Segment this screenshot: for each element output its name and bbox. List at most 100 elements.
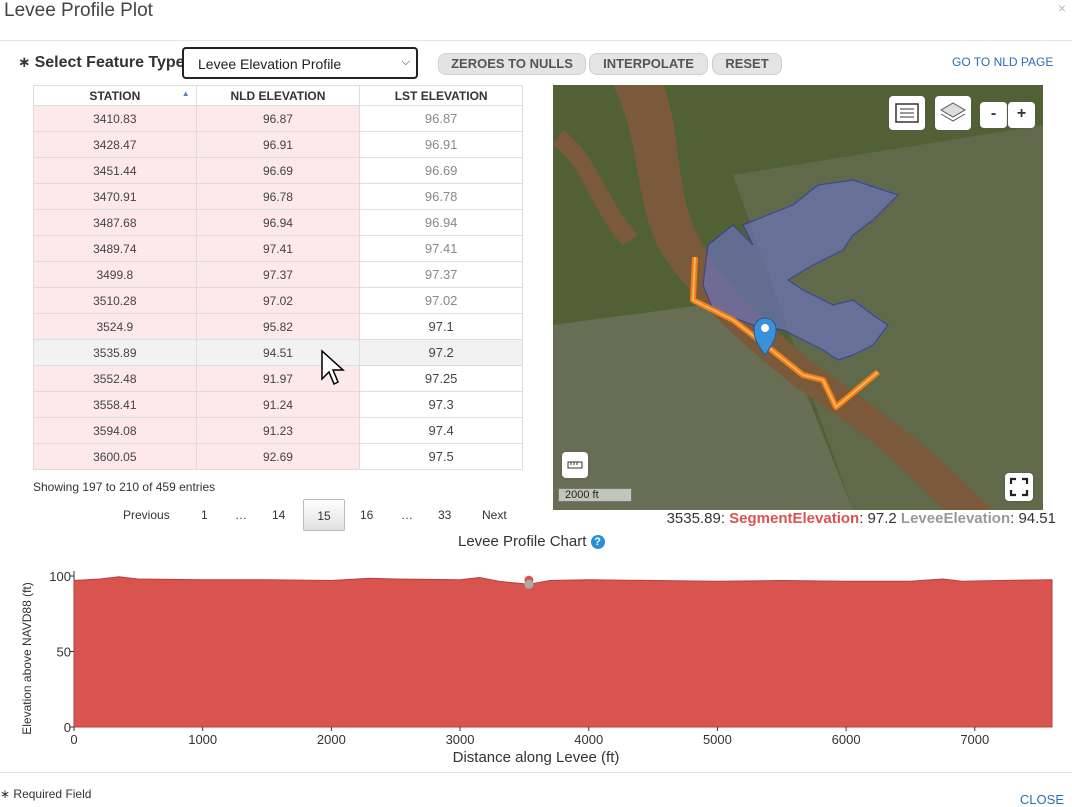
help-icon[interactable]: ? (590, 535, 605, 549)
elevation-table: STATION ▲ NLD ELEVATION LST ELEVATION 341… (33, 85, 523, 470)
station-cell: 3487.68 (33, 209, 197, 236)
y-tick-label: 100 (49, 569, 71, 584)
footer-divider (0, 772, 1072, 773)
station-cell: 3552.48 (33, 365, 197, 392)
feature-type-value: Levee Elevation Profile (198, 56, 342, 72)
lst-elevation-cell: 96.91 (359, 131, 523, 158)
column-header-lst-elevation[interactable]: LST ELEVATION (359, 85, 523, 106)
lst-elevation-cell: 97.4 (359, 417, 523, 444)
column-header-station[interactable]: STATION ▲ (33, 85, 197, 106)
table-row[interactable]: 3428.47 96.91 96.91 (33, 131, 523, 158)
table-row[interactable]: 3510.28 97.02 97.02 (33, 287, 523, 314)
station-cell: 3510.28 (33, 287, 197, 314)
table-row[interactable]: 3451.44 96.69 96.69 (33, 157, 523, 184)
map-scale-bar: 2000 ft (558, 488, 632, 502)
lst-elevation-cell: 97.41 (359, 235, 523, 262)
lst-elevation-cell: 97.02 (359, 287, 523, 314)
table-row[interactable]: 3470.91 96.78 96.78 (33, 183, 523, 210)
chevron-down-icon: ⌵ (401, 56, 410, 68)
x-axis-label: Distance along Levee (ft) (453, 749, 620, 766)
nld-elevation-cell: 97.02 (195, 287, 361, 314)
lst-elevation-cell: 96.78 (359, 183, 523, 210)
readout-station: 3535.89: (666, 510, 725, 527)
x-tick-label: 2000 (317, 732, 346, 747)
lst-elevation-cell: 97.1 (359, 313, 523, 340)
table-row[interactable]: 3535.89 94.51 97.2 (33, 339, 523, 366)
x-tick-label: 4000 (574, 732, 603, 747)
x-tick-label: 7000 (960, 732, 989, 747)
mouse-cursor-icon (321, 349, 345, 386)
feature-type-select[interactable]: Levee Elevation Profile ⌵ (182, 47, 418, 79)
pagination-page[interactable]: 1 (201, 499, 208, 531)
table-row[interactable]: 3499.8 97.37 97.37 (33, 261, 523, 288)
nld-elevation-cell: 97.37 (195, 261, 361, 288)
pagination-ellipsis: … (401, 508, 413, 522)
table-row[interactable]: 3558.41 91.24 97.3 (33, 391, 523, 418)
map-view[interactable]: - + (553, 85, 1043, 510)
chart-marker (524, 579, 534, 589)
table-info: Showing 197 to 210 of 459 entries (33, 480, 216, 494)
table-row[interactable]: 3594.08 91.23 97.4 (33, 417, 523, 444)
zeroes-to-nulls-button[interactable]: ZEROES TO NULLS (438, 53, 586, 75)
table-row[interactable]: 3487.68 96.94 96.94 (33, 209, 523, 236)
lst-elevation-cell: 97.5 (359, 443, 523, 470)
station-cell: 3470.91 (33, 183, 197, 210)
table-row[interactable]: 3600.05 92.69 97.5 (33, 443, 523, 470)
lst-elevation-cell: 96.87 (359, 105, 523, 132)
x-tick-label: 1000 (188, 732, 217, 747)
nld-elevation-cell: 92.69 (195, 443, 361, 470)
column-header-nld-elevation[interactable]: NLD ELEVATION (195, 85, 361, 106)
nld-elevation-cell: 97.41 (195, 235, 361, 262)
nld-elevation-cell: 96.87 (195, 105, 361, 132)
required-field-note: ∗ Required Field (0, 787, 91, 801)
layers-icon[interactable] (935, 96, 971, 130)
nld-elevation-cell: 96.78 (195, 183, 361, 210)
pagination-current-page[interactable]: 15 (303, 499, 345, 531)
zoom-in-button[interactable]: + (1008, 102, 1035, 128)
nld-elevation-cell: 96.69 (195, 157, 361, 184)
fullscreen-icon[interactable] (1005, 473, 1033, 501)
nld-elevation-cell: 91.23 (195, 417, 361, 444)
table-row[interactable]: 3552.48 91.97 97.25 (33, 365, 523, 392)
pagination-page[interactable]: 16 (360, 499, 373, 531)
pagination-next[interactable]: Next (482, 499, 507, 531)
nld-elevation-cell: 95.82 (195, 313, 361, 340)
lst-elevation-cell: 97.3 (359, 391, 523, 418)
interpolate-button[interactable]: INTERPOLATE (589, 53, 708, 75)
zoom-out-button[interactable]: - (980, 102, 1007, 128)
table-row[interactable]: 3410.83 96.87 96.87 (33, 105, 523, 132)
pagination-ellipsis: … (235, 508, 247, 522)
feature-type-label-text: Select Feature Type (34, 54, 185, 71)
lst-elevation-cell: 97.25 (359, 365, 523, 392)
readout-levee-label: LeveeElevation (900, 510, 1011, 527)
required-field-text: Required Field (13, 787, 92, 801)
nld-elevation-cell: 96.91 (195, 131, 361, 158)
table-row[interactable]: 3489.74 97.41 97.41 (33, 235, 523, 262)
nld-elevation-cell: 91.24 (195, 391, 361, 418)
header-divider (0, 40, 1072, 41)
pagination-previous[interactable]: Previous (123, 499, 170, 531)
feature-type-label: ∗ Select Feature Type (18, 53, 185, 72)
x-tick-label: 6000 (832, 732, 861, 747)
x-tick-label: 0 (70, 732, 77, 747)
reset-button[interactable]: RESET (712, 53, 782, 75)
go-to-nld-link[interactable]: GO TO NLD PAGE (952, 55, 1053, 69)
station-cell: 3499.8 (33, 261, 197, 288)
station-header-label: STATION (89, 88, 141, 103)
list-icon[interactable] (889, 96, 925, 130)
x-tick-label: 3000 (446, 732, 475, 747)
levee-profile-chart[interactable]: 0501000 1000 2000 3000 4000 5000 6000 7000Dista… (0, 556, 1072, 770)
table-row[interactable]: 3524.9 95.82 97.1 (33, 313, 523, 340)
pagination-page[interactable]: 14 (272, 499, 285, 531)
readout-levee-value: : 94.51 (1010, 510, 1056, 527)
dialog-title: Levee Profile Plot (4, 0, 153, 21)
pagination-page[interactable]: 33 (438, 499, 451, 531)
chart-title: Levee Profile Chart ? (458, 533, 605, 550)
close-icon[interactable]: × (1058, 0, 1066, 16)
ruler-icon[interactable] (562, 452, 588, 478)
readout-segment-label: SegmentElevation (729, 510, 860, 527)
satellite-imagery (553, 85, 1043, 510)
station-cell: 3428.47 (33, 131, 197, 158)
readout-segment-value: : 97.2 (859, 510, 897, 527)
x-tick-label: 5000 (703, 732, 732, 747)
